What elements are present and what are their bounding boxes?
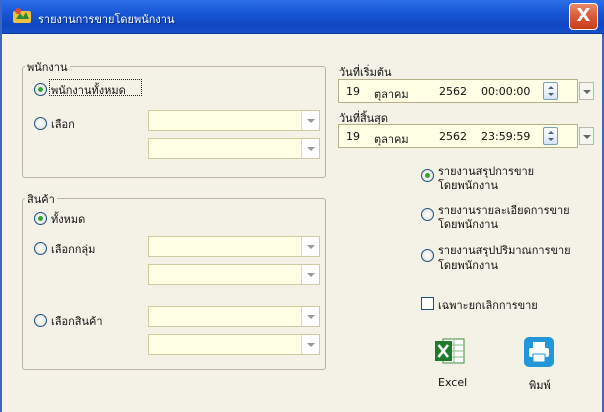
start-time[interactable]: 00:00:00 (481, 85, 530, 98)
employee-select-radio[interactable] (34, 117, 47, 130)
product-group-legend: สินค้า (25, 190, 57, 208)
title-bar[interactable]: รายงานการขายโดยพนักงาน X (2, 0, 604, 34)
product-all-label[interactable]: ทั้งหมด (51, 210, 85, 228)
chevron-down-icon[interactable] (301, 307, 319, 326)
end-date-dropdown-icon[interactable] (579, 127, 594, 145)
employee-all-radio[interactable] (34, 83, 47, 96)
cancelled-only-label[interactable]: เฉพาะยกเลิกการขาย (438, 296, 538, 314)
start-month: ตุลาคม (374, 88, 409, 101)
print-label: พิมพ์ (529, 379, 551, 392)
end-day: 19 (346, 130, 360, 143)
cancelled-only-checkbox[interactable] (421, 297, 434, 310)
end-time[interactable]: 23:59:59 (481, 130, 530, 143)
window-title: รายงานการขายโดยพนักงาน (38, 13, 175, 26)
product-group-label[interactable]: เลือกกลุ่ม (51, 240, 95, 258)
report-summary-line2[interactable]: โดยพนักงาน (438, 176, 498, 194)
excel-label: Excel (438, 376, 468, 389)
product-group-combo-2[interactable] (148, 264, 320, 285)
product-group-radio[interactable] (34, 242, 47, 255)
close-button[interactable]: X (569, 3, 598, 30)
printer-icon (524, 337, 554, 367)
report-window: รายงานการขายโดยพนักงาน X พนักงาน พนักงาน… (0, 0, 604, 412)
product-combo-2[interactable] (148, 334, 320, 355)
product-combo-1[interactable] (148, 306, 320, 327)
product-select-radio[interactable] (34, 314, 47, 327)
close-icon: X (576, 5, 591, 26)
product-all-radio[interactable] (34, 212, 47, 225)
report-detail-radio[interactable] (421, 208, 434, 221)
report-quantity-line2[interactable]: โดยพนักงาน (438, 256, 498, 274)
chevron-down-icon[interactable] (301, 111, 319, 130)
end-month: ตุลาคม (374, 133, 409, 146)
excel-button[interactable]: Excel (426, 336, 474, 392)
end-year: 2562 (439, 130, 467, 143)
end-time-spinner[interactable] (543, 127, 558, 145)
report-quantity-radio[interactable] (421, 249, 434, 262)
excel-icon (435, 338, 465, 364)
start-day: 19 (346, 85, 360, 98)
chevron-down-icon[interactable] (301, 139, 319, 158)
employee-combo-2[interactable] (148, 138, 320, 159)
chevron-down-icon[interactable] (301, 335, 319, 354)
chevron-down-icon[interactable] (301, 265, 319, 284)
employee-group-legend: พนักงาน (25, 58, 70, 76)
start-year: 2562 (439, 85, 467, 98)
end-date-picker[interactable]: 19 ตุลาคม 2562 23:59:59 (338, 124, 578, 148)
start-time-spinner[interactable] (543, 82, 558, 100)
chevron-down-icon[interactable] (301, 237, 319, 256)
start-date-dropdown-icon[interactable] (579, 82, 594, 100)
report-detail-line2[interactable]: โดยพนักงาน (438, 215, 498, 233)
employee-combo-1[interactable] (148, 110, 320, 131)
employee-all-label[interactable]: พนักงานทั้งหมด (51, 81, 126, 99)
product-group-combo-1[interactable] (148, 236, 320, 257)
start-date-picker[interactable]: 19 ตุลาคม 2562 00:00:00 (338, 79, 578, 103)
app-logo-icon (13, 8, 31, 23)
product-select-label[interactable]: เลือกสินค้า (51, 312, 103, 330)
print-button[interactable]: พิมพ์ (514, 336, 562, 392)
report-summary-radio[interactable] (421, 169, 434, 182)
employee-select-label[interactable]: เลือก (51, 115, 75, 133)
